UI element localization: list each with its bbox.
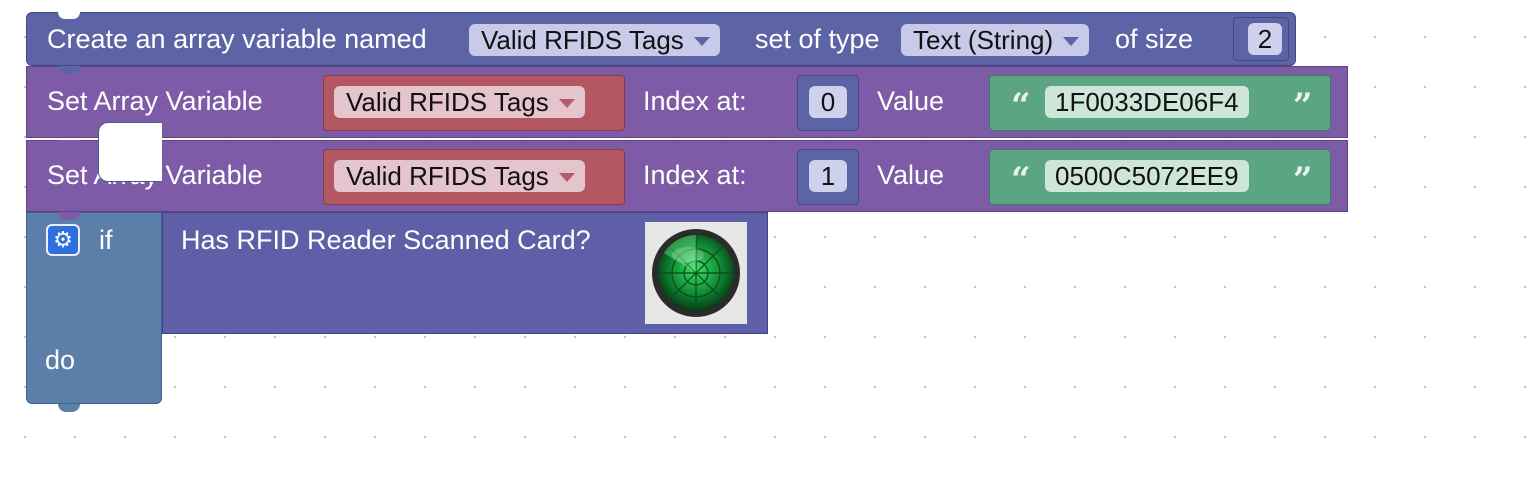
value-label: Value xyxy=(877,86,945,116)
chevron-down-icon xyxy=(693,36,710,46)
variable-dropdown[interactable]: Valid RFIDS Tags xyxy=(334,160,585,192)
array-name-value: Valid RFIDS Tags xyxy=(481,24,684,55)
block-connector xyxy=(58,12,80,19)
radar-icon xyxy=(645,222,747,324)
chevron-down-icon xyxy=(558,172,575,182)
index-label: Index at: xyxy=(643,160,747,190)
text-value-field[interactable]: 0500C5072EE9 xyxy=(1045,160,1249,192)
create-array-label: Create an array variable named xyxy=(47,24,427,54)
value-label: Value xyxy=(877,160,945,190)
variable-dropdown[interactable]: Valid RFIDS Tags xyxy=(334,86,585,118)
close-quote-icon: ” xyxy=(1293,160,1313,200)
text-value-field[interactable]: 1F0033DE06F4 xyxy=(1045,86,1249,118)
variable-name: Valid RFIDS Tags xyxy=(346,160,549,191)
chevron-down-icon xyxy=(558,98,575,108)
array-name-dropdown[interactable]: Valid RFIDS Tags xyxy=(469,24,720,56)
if-label: if xyxy=(99,225,113,255)
gear-icon[interactable]: ⚙ xyxy=(46,224,80,256)
do-statement-slot[interactable] xyxy=(98,122,162,182)
close-quote-icon: ” xyxy=(1293,86,1313,126)
index-label: Index at: xyxy=(643,86,747,116)
set-of-type-label: set of type xyxy=(755,24,880,54)
index-field[interactable]: 1 xyxy=(809,160,847,192)
create-array-block[interactable]: Create an array variable named Valid RFI… xyxy=(26,12,1296,66)
of-size-label: of size xyxy=(1115,24,1194,54)
condition-label: Has RFID Reader Scanned Card? xyxy=(181,225,591,255)
chevron-down-icon xyxy=(1063,36,1080,46)
set-array-label: Set Array Variable xyxy=(47,86,263,116)
open-quote-icon: “ xyxy=(1011,86,1031,126)
array-type-dropdown[interactable]: Text (String) xyxy=(901,24,1090,56)
block-connector xyxy=(58,404,80,412)
index-field[interactable]: 0 xyxy=(809,86,847,118)
open-quote-icon: “ xyxy=(1011,160,1031,200)
set-array-block[interactable]: Set Array Variable Valid RFIDS Tags Inde… xyxy=(26,66,1348,138)
array-type-value: Text (String) xyxy=(913,24,1054,55)
variable-name: Valid RFIDS Tags xyxy=(346,86,549,117)
do-label: do xyxy=(45,345,76,375)
set-array-block[interactable]: Set Array Variable Valid RFIDS Tags Inde… xyxy=(26,140,1348,212)
array-size-field[interactable]: 2 xyxy=(1248,23,1282,55)
